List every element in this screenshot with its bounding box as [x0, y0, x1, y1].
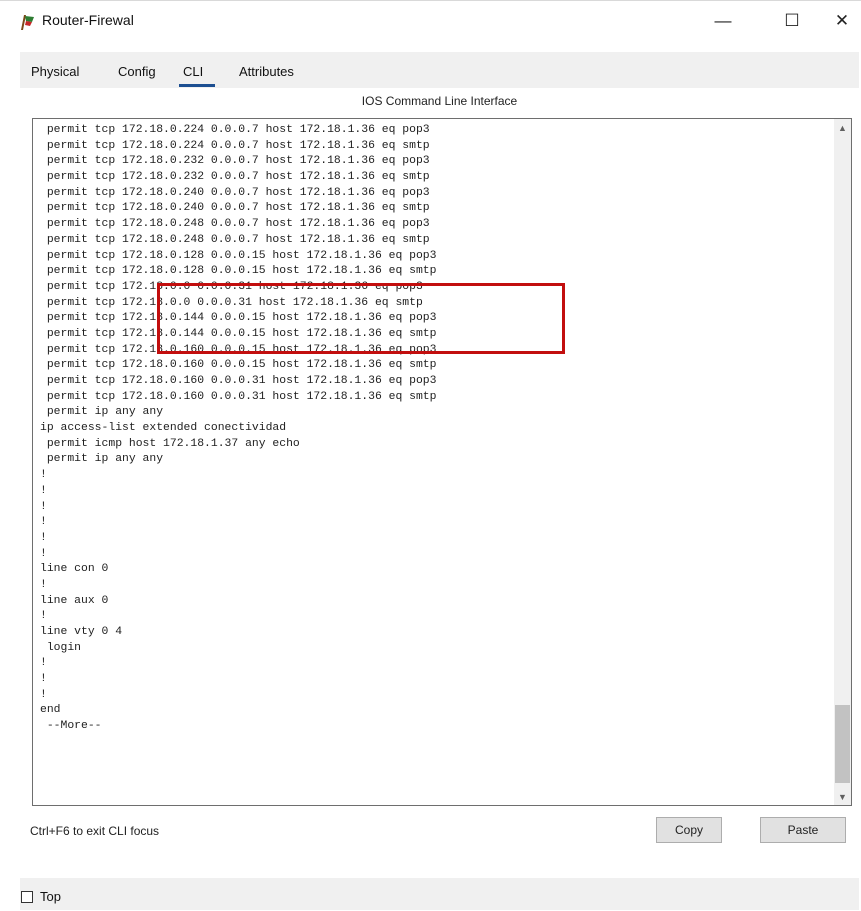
tab-config[interactable]: Config — [118, 64, 156, 79]
cli-line: ! — [40, 673, 47, 686]
cli-line: ip access-list extended conectividad — [40, 422, 287, 435]
cli-line: permit tcp 172.18.0.248 0.0.0.7 host 172… — [40, 218, 430, 231]
cli-line: line con 0 — [40, 563, 109, 576]
cli-line: permit ip any any — [40, 406, 164, 419]
cli-line: permit tcp 172.18.0.160 0.0.0.31 host 17… — [40, 390, 437, 403]
cli-focus-hint: Ctrl+F6 to exit CLI focus — [30, 824, 160, 838]
window-title: Router-Firewal — [42, 12, 134, 28]
cli-line: permit ip any any — [40, 453, 164, 466]
copy-button[interactable]: Copy — [656, 817, 722, 843]
bottom-bar — [20, 878, 859, 910]
cli-line: ! — [40, 500, 47, 513]
cli-line: permit tcp 172.18.0.160 0.0.0.31 host 17… — [40, 375, 437, 387]
tab-cli[interactable]: CLI — [183, 64, 203, 79]
cli-line: permit icmp host 172.18.1.37 any echo — [40, 437, 300, 450]
cli-line: line vty 0 4 — [40, 626, 123, 638]
cli-line: ! — [40, 578, 47, 591]
maximize-button[interactable]: ☐ — [775, 8, 809, 34]
title-bar: Router-Firewal — ☐ ✕ — [0, 0, 861, 40]
cli-line: ! — [40, 610, 47, 623]
minimize-button[interactable]: — — [706, 8, 740, 34]
selected-tab-indicator — [179, 84, 215, 87]
close-button[interactable]: ✕ — [825, 8, 859, 34]
cli-panel: IOS Command Line Interface permit tcp 17… — [20, 88, 859, 910]
cli-line: permit tcp 172.18.0.240 0.0.0.7 host 172… — [40, 186, 430, 199]
cli-line: ! — [40, 469, 47, 482]
router-icon — [21, 15, 34, 30]
tab-strip: Physical Config CLI Attributes — [20, 52, 859, 88]
scroll-up-icon[interactable]: ▲ — [834, 119, 851, 136]
tab-attributes[interactable]: Attributes — [239, 64, 294, 79]
cli-line: permit tcp 172.18.0.128 0.0.0.15 host 17… — [40, 265, 437, 278]
highlight-rectangle — [157, 283, 565, 354]
cli-line: permit tcp 172.18.0.232 0.0.0.7 host 172… — [40, 171, 430, 184]
scrollbar-thumb[interactable] — [835, 705, 850, 783]
cli-line: ! — [40, 657, 47, 670]
cli-line: line aux 0 — [40, 594, 109, 607]
cli-line: ! — [40, 531, 47, 544]
vertical-scrollbar[interactable]: ▲ ▼ — [834, 119, 851, 805]
cli-console[interactable]: permit tcp 172.18.0.224 0.0.0.7 host 172… — [32, 118, 852, 806]
cli-line: end — [40, 704, 61, 717]
cli-output: permit tcp 172.18.0.224 0.0.0.7 host 172… — [40, 123, 436, 735]
cli-line: ! — [40, 547, 47, 560]
cli-line: permit tcp 172.18.0.224 0.0.0.7 host 172… — [40, 139, 430, 152]
panel-title: IOS Command Line Interface — [361, 94, 518, 108]
cli-line: permit tcp 172.18.0.160 0.0.0.15 host 17… — [40, 359, 437, 372]
cli-line: --More-- — [40, 720, 102, 733]
title-bar-border — [0, 0, 861, 1]
paste-button[interactable]: Paste — [760, 817, 846, 843]
cli-line: login — [40, 641, 82, 654]
cli-line: permit tcp 172.18.0.224 0.0.0.7 host 172… — [40, 124, 430, 136]
cli-line: permit tcp 172.18.0.128 0.0.0.15 host 17… — [40, 249, 437, 262]
device-window-body: Physical Config CLI Attributes IOS Comma… — [20, 52, 859, 910]
top-checkbox-label: Top — [40, 889, 61, 904]
cli-line: permit tcp 172.18.0.248 0.0.0.7 host 172… — [40, 233, 430, 246]
cli-line: ! — [40, 688, 47, 701]
cli-line: permit tcp 172.18.0.240 0.0.0.7 host 172… — [40, 202, 430, 215]
top-checkbox[interactable] — [21, 891, 33, 903]
cli-line: ! — [40, 484, 47, 497]
scroll-down-icon[interactable]: ▼ — [834, 788, 851, 805]
cli-line: permit tcp 172.18.0.232 0.0.0.7 host 172… — [40, 155, 430, 168]
tab-physical[interactable]: Physical — [31, 64, 79, 79]
cli-line: ! — [40, 516, 47, 529]
